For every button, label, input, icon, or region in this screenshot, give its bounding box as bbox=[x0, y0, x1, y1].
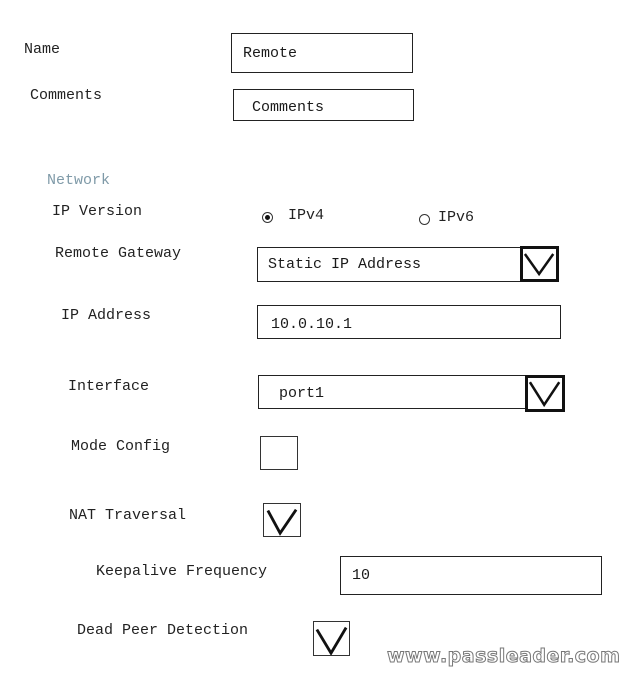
nat-traversal-checkbox[interactable] bbox=[263, 503, 301, 537]
keepalive-frequency-label: Keepalive Frequency bbox=[96, 563, 268, 580]
comments-label: Comments bbox=[30, 87, 103, 104]
checkmark-icon bbox=[315, 626, 348, 655]
ip-address-value: 10.0.10.1 bbox=[271, 315, 353, 333]
remote-gateway-dropdown-button[interactable] bbox=[520, 246, 559, 282]
network-section-title: Network bbox=[47, 172, 111, 189]
interface-select[interactable]: port1 bbox=[258, 375, 526, 409]
remote-gateway-value: Static IP Address bbox=[268, 256, 422, 273]
interface-label: Interface bbox=[68, 378, 150, 395]
chevron-down-icon bbox=[523, 253, 555, 277]
mode-config-label: Mode Config bbox=[71, 438, 171, 455]
ipv4-label: IPv4 bbox=[288, 207, 325, 224]
ip-version-label: IP Version bbox=[52, 203, 143, 220]
nat-traversal-label: NAT Traversal bbox=[69, 507, 187, 524]
ip-address-label: IP Address bbox=[61, 307, 152, 324]
name-value: Remote bbox=[243, 44, 298, 62]
ipv6-label: IPv6 bbox=[438, 209, 475, 226]
name-label: Name bbox=[24, 41, 61, 58]
keepalive-frequency-input[interactable]: 10 bbox=[340, 556, 602, 595]
checkmark-icon bbox=[266, 508, 298, 536]
name-input[interactable]: Remote bbox=[231, 33, 413, 73]
dead-peer-detection-checkbox[interactable] bbox=[313, 621, 350, 656]
ipv6-radio[interactable] bbox=[419, 214, 430, 225]
watermark: www.passleader.com bbox=[386, 645, 621, 668]
mode-config-checkbox[interactable] bbox=[260, 436, 298, 470]
comments-input[interactable]: Comments bbox=[233, 89, 414, 121]
keepalive-frequency-value: 10 bbox=[352, 567, 371, 584]
remote-gateway-select[interactable]: Static IP Address bbox=[257, 247, 521, 282]
ipv4-radio[interactable] bbox=[262, 212, 273, 223]
chevron-down-icon bbox=[528, 381, 561, 408]
interface-dropdown-button[interactable] bbox=[525, 375, 565, 412]
interface-value: port1 bbox=[279, 384, 325, 402]
comments-placeholder: Comments bbox=[252, 98, 325, 116]
remote-gateway-label: Remote Gateway bbox=[55, 245, 182, 262]
ip-address-input[interactable]: 10.0.10.1 bbox=[257, 305, 561, 339]
dead-peer-detection-label: Dead Peer Detection bbox=[77, 622, 249, 639]
